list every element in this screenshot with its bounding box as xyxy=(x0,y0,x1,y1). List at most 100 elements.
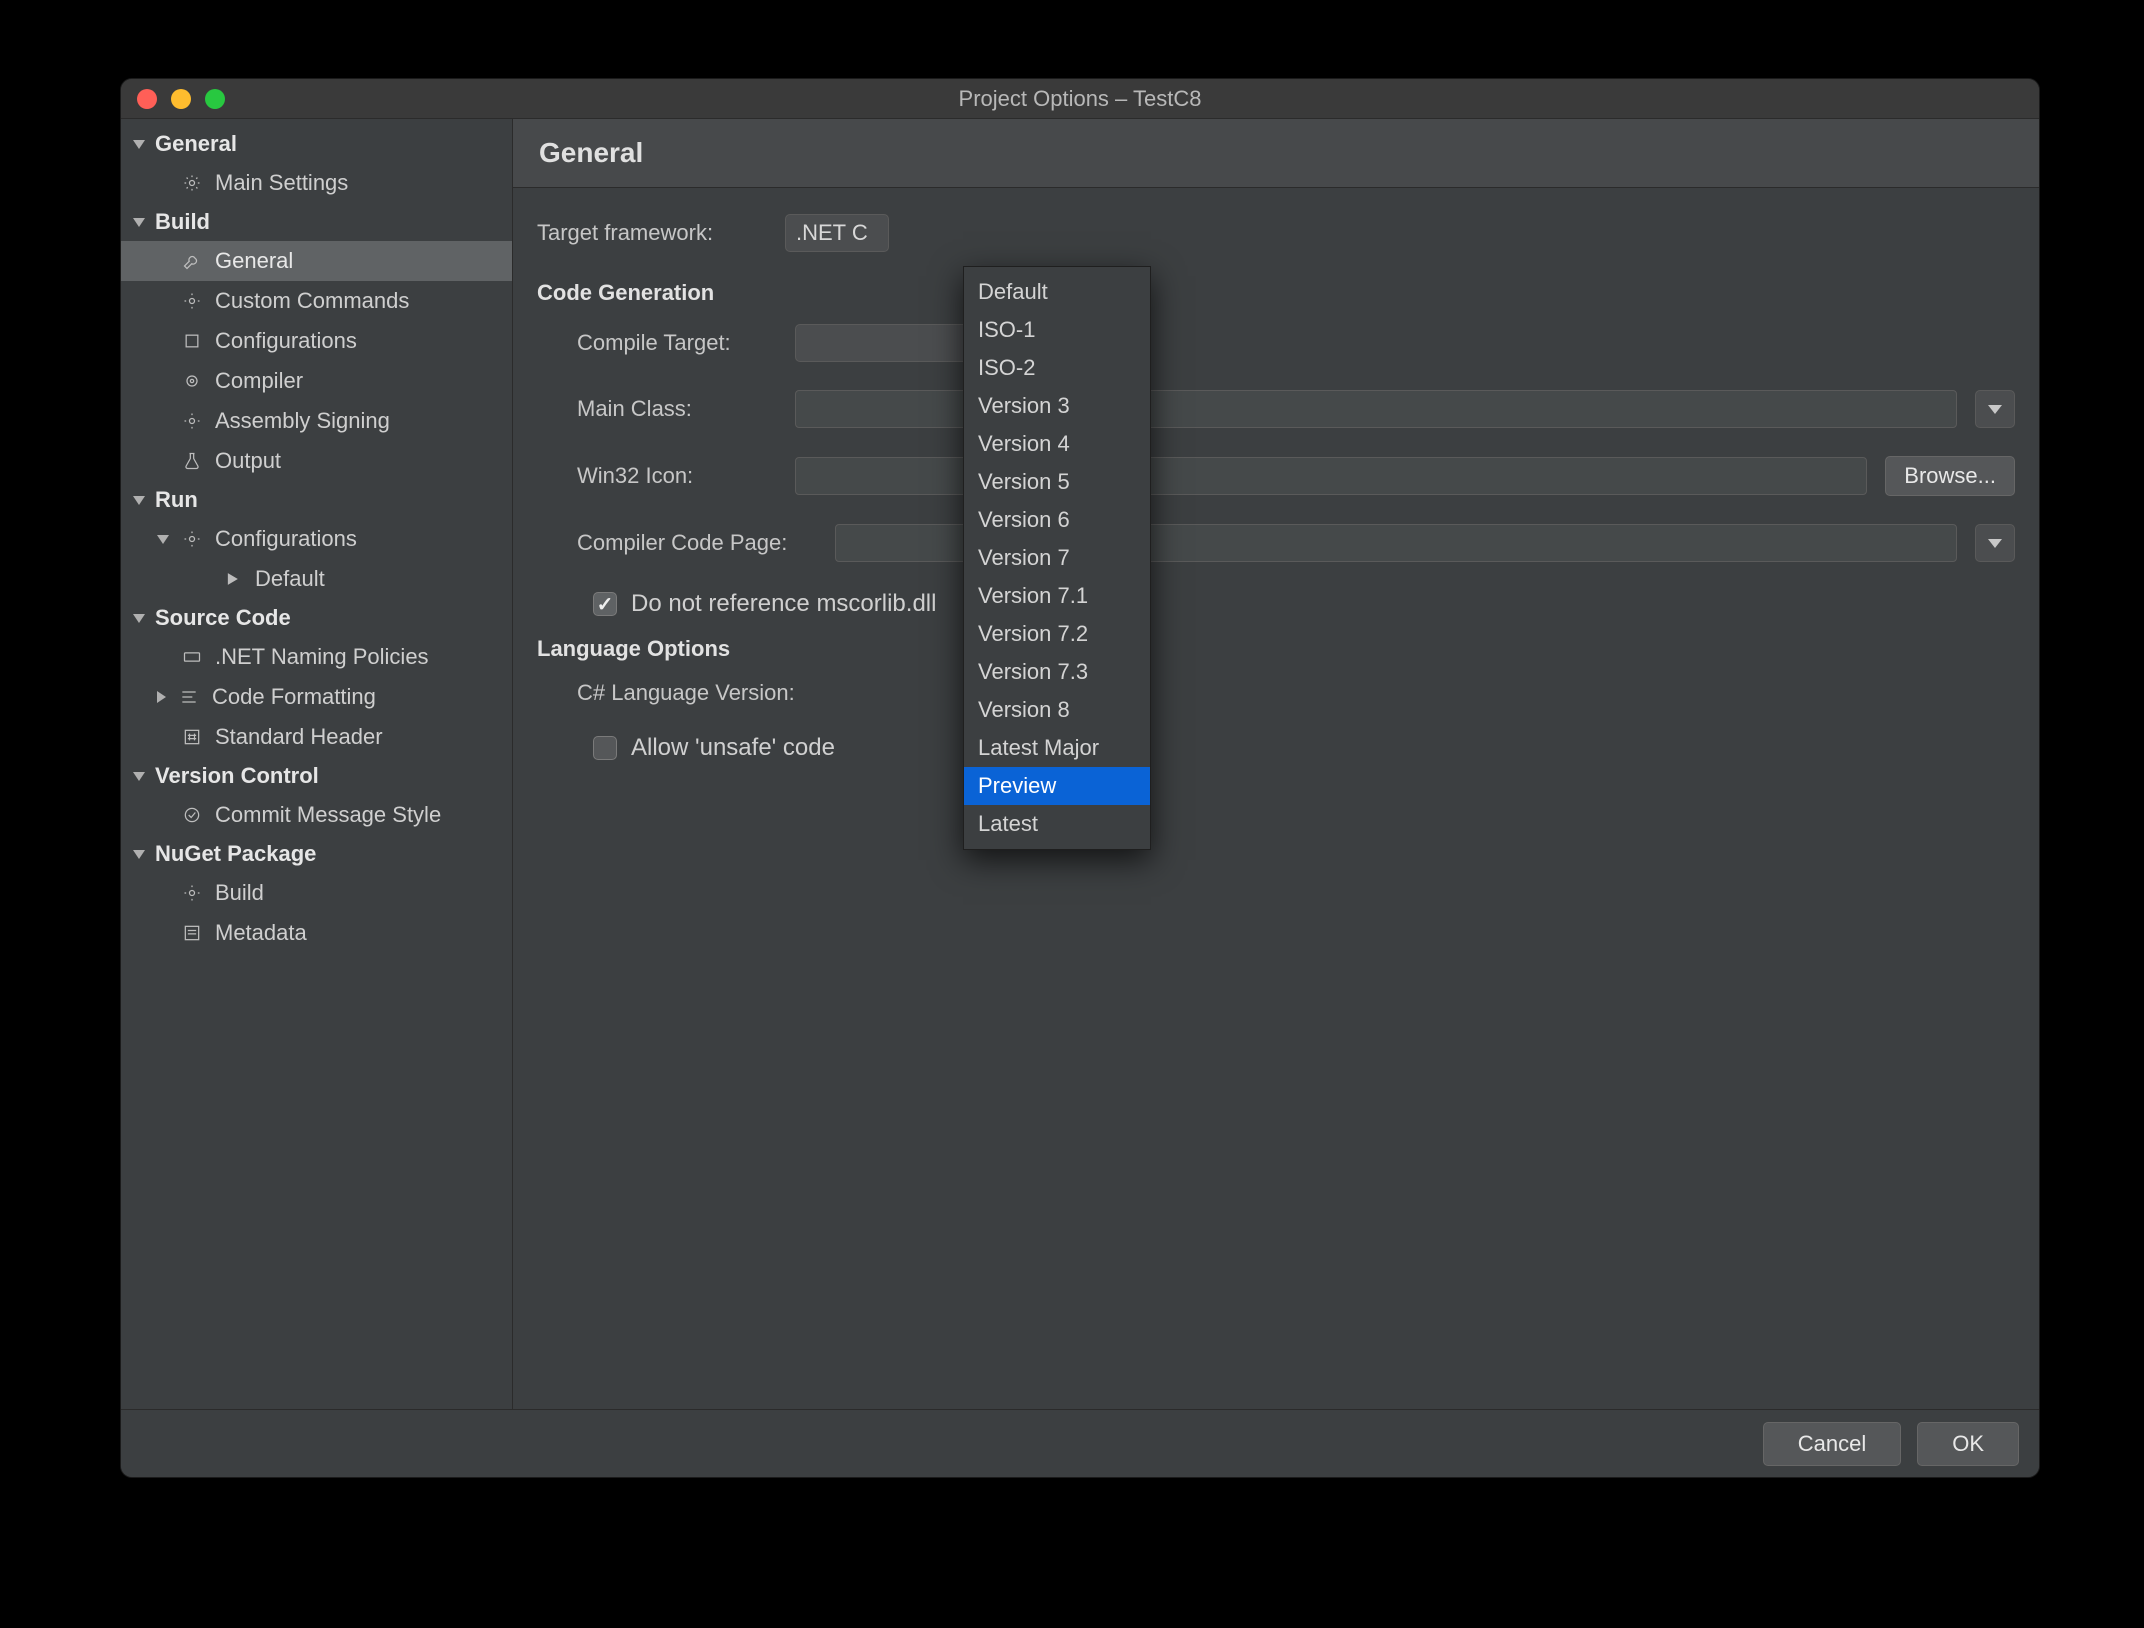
main-class-dropdown[interactable] xyxy=(1975,390,2015,428)
gear-icon xyxy=(181,528,203,550)
sidebar-item-label: Standard Header xyxy=(215,724,383,750)
combo-value: .NET C xyxy=(796,220,878,246)
menu-item-preview[interactable]: Preview xyxy=(964,767,1150,805)
chevron-down-icon xyxy=(133,218,145,227)
footer: Cancel OK xyxy=(121,1409,2039,1477)
sidebar-cat-label: NuGet Package xyxy=(155,841,316,867)
check-circle-icon xyxy=(181,804,203,826)
menu-item-version-3[interactable]: Version 3 xyxy=(964,387,1150,425)
sidebar-cat-general[interactable]: General xyxy=(121,125,512,163)
compile-target-label: Compile Target: xyxy=(537,330,777,356)
chevron-down-icon xyxy=(133,614,145,623)
sidebar-item-label: Commit Message Style xyxy=(215,802,441,828)
minimize-window-button[interactable] xyxy=(171,89,191,109)
sidebar-item-commit-style[interactable]: Commit Message Style xyxy=(121,795,512,835)
menu-item-version-8[interactable]: Version 8 xyxy=(964,691,1150,729)
no-mscorlib-label: Do not reference mscorlib.dll xyxy=(631,590,936,618)
chevron-down-icon xyxy=(1988,539,2002,548)
sidebar-item-nuget-build[interactable]: Build xyxy=(121,873,512,913)
chevron-down-icon xyxy=(133,140,145,149)
page-title: General xyxy=(539,137,2013,169)
sidebar-item-label: Output xyxy=(215,448,281,474)
lang-version-label: C# Language Version: xyxy=(537,680,833,706)
menu-item-version-6[interactable]: Version 6 xyxy=(964,501,1150,539)
sidebar-cat-build[interactable]: Build xyxy=(121,203,512,241)
content-panel: General Target framework: .NET C Code Ge… xyxy=(513,119,2039,1409)
sidebar-item-label: Configurations xyxy=(215,526,357,552)
menu-item-version-7-3[interactable]: Version 7.3 xyxy=(964,653,1150,691)
gear-icon xyxy=(181,290,203,312)
chevron-down-icon xyxy=(133,772,145,781)
sidebar-item-label: Compiler xyxy=(215,368,303,394)
sidebar-item-label: Configurations xyxy=(215,328,357,354)
window-title: Project Options – TestC8 xyxy=(121,86,2039,112)
browse-button[interactable]: Browse... xyxy=(1885,456,2015,496)
sidebar-item-output[interactable]: Output xyxy=(121,441,512,481)
sidebar-item-metadata[interactable]: Metadata xyxy=(121,913,512,953)
menu-item-version-7-2[interactable]: Version 7.2 xyxy=(964,615,1150,653)
codepage-label: Compiler Code Page: xyxy=(537,530,817,556)
cancel-button[interactable]: Cancel xyxy=(1763,1422,1901,1466)
chevron-down-icon xyxy=(133,496,145,505)
sidebar-cat-run[interactable]: Run xyxy=(121,481,512,519)
ok-button[interactable]: OK xyxy=(1917,1422,2019,1466)
lines-icon xyxy=(181,922,203,944)
content-header: General xyxy=(513,119,2039,188)
chevron-down-icon xyxy=(133,850,145,859)
menu-item-latest-major[interactable]: Latest Major xyxy=(964,729,1150,767)
titlebar: Project Options – TestC8 xyxy=(121,79,2039,119)
sidebar-item-standard-header[interactable]: Standard Header xyxy=(121,717,512,757)
sidebar: General Main Settings Build General Cust… xyxy=(121,119,513,1409)
square-icon xyxy=(181,330,203,352)
menu-item-iso-1[interactable]: ISO-1 xyxy=(964,311,1150,349)
codepage-dropdown[interactable] xyxy=(1975,524,2015,562)
section-lang: Language Options xyxy=(537,636,2015,662)
chevron-down-icon xyxy=(157,535,169,544)
window-controls xyxy=(121,89,225,109)
sidebar-item-run-default[interactable]: Default xyxy=(121,559,512,599)
gear-icon xyxy=(181,882,203,904)
menu-item-version-4[interactable]: Version 4 xyxy=(964,425,1150,463)
menu-item-version-5[interactable]: Version 5 xyxy=(964,463,1150,501)
target-framework-combo[interactable]: .NET C xyxy=(785,214,889,252)
flask-icon xyxy=(181,450,203,472)
target-framework-label: Target framework: xyxy=(537,220,767,246)
sidebar-cat-nuget[interactable]: NuGet Package xyxy=(121,835,512,873)
close-window-button[interactable] xyxy=(137,89,157,109)
no-mscorlib-checkbox[interactable] xyxy=(593,592,617,616)
sidebar-item-assembly-signing[interactable]: Assembly Signing xyxy=(121,401,512,441)
sidebar-item-compiler[interactable]: Compiler xyxy=(121,361,512,401)
content-body: Target framework: .NET C Code Generation… xyxy=(513,188,2039,1409)
sidebar-cat-label: Version Control xyxy=(155,763,319,789)
sidebar-cat-version-control[interactable]: Version Control xyxy=(121,757,512,795)
main-class-label: Main Class: xyxy=(537,396,777,422)
keyboard-icon xyxy=(181,646,203,668)
sidebar-cat-label: Build xyxy=(155,209,210,235)
sidebar-item-configurations[interactable]: Configurations xyxy=(121,321,512,361)
menu-item-version-7[interactable]: Version 7 xyxy=(964,539,1150,577)
sidebar-item-run-configurations[interactable]: Configurations xyxy=(121,519,512,559)
sidebar-item-label: Custom Commands xyxy=(215,288,409,314)
sidebar-cat-label: General xyxy=(155,131,237,157)
sidebar-item-label: Main Settings xyxy=(215,170,348,196)
zoom-window-button[interactable] xyxy=(205,89,225,109)
sidebar-item-label: General xyxy=(215,248,293,274)
sidebar-item-main-settings[interactable]: Main Settings xyxy=(121,163,512,203)
sidebar-cat-label: Run xyxy=(155,487,198,513)
sidebar-item-custom-commands[interactable]: Custom Commands xyxy=(121,281,512,321)
sidebar-item-code-formatting[interactable]: Code Formatting xyxy=(121,677,512,717)
sidebar-cat-source-code[interactable]: Source Code xyxy=(121,599,512,637)
sidebar-item-label: Default xyxy=(255,566,325,592)
sidebar-item-build-general[interactable]: General xyxy=(121,241,512,281)
win32-icon-input[interactable] xyxy=(795,457,1867,495)
sidebar-item-label: Assembly Signing xyxy=(215,408,390,434)
play-icon xyxy=(221,568,243,590)
gear-icon xyxy=(181,172,203,194)
menu-item-latest[interactable]: Latest xyxy=(964,805,1150,843)
sidebar-item-naming-policies[interactable]: .NET Naming Policies xyxy=(121,637,512,677)
menu-item-default[interactable]: Default xyxy=(964,273,1150,311)
allow-unsafe-checkbox[interactable] xyxy=(593,736,617,760)
menu-item-iso-2[interactable]: ISO-2 xyxy=(964,349,1150,387)
sidebar-item-label: .NET Naming Policies xyxy=(215,644,429,670)
menu-item-version-7-1[interactable]: Version 7.1 xyxy=(964,577,1150,615)
